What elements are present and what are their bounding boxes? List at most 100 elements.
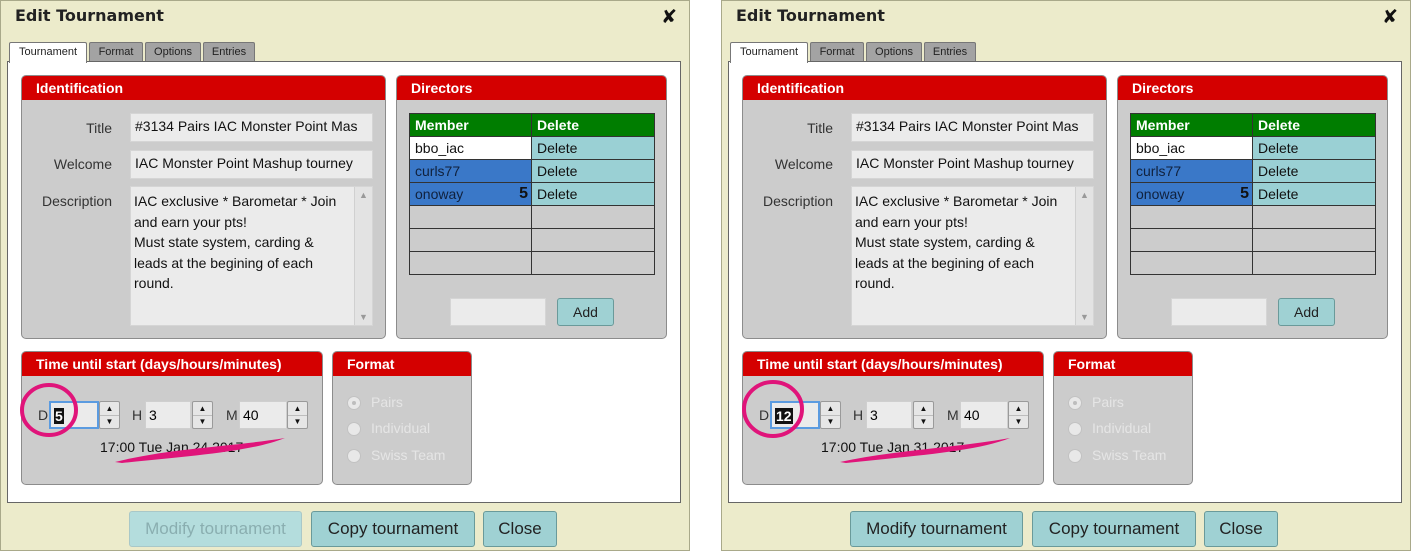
column-header-delete: Delete bbox=[1252, 113, 1376, 137]
decrement-icon[interactable]: ▼ bbox=[821, 415, 840, 428]
radio-swiss-team[interactable] bbox=[347, 449, 361, 463]
radio-swiss-team-label: Swiss Team bbox=[371, 447, 446, 463]
minutes-input[interactable]: 40 bbox=[960, 401, 1008, 429]
tab-options[interactable]: Options bbox=[866, 42, 922, 61]
increment-icon[interactable]: ▲ bbox=[288, 402, 307, 416]
description-textarea[interactable]: IAC exclusive * Barometar * Join and ear… bbox=[851, 186, 1094, 326]
close-icon[interactable]: ✘ bbox=[1382, 6, 1398, 28]
empty-cell bbox=[531, 251, 655, 275]
tab-format[interactable]: Format bbox=[810, 42, 864, 61]
add-director-input[interactable] bbox=[450, 298, 546, 326]
column-header-member: Member bbox=[1130, 113, 1253, 137]
tab-format[interactable]: Format bbox=[89, 42, 143, 61]
days-label: D bbox=[759, 407, 770, 423]
add-director-input[interactable] bbox=[1171, 298, 1267, 326]
scroll-down-icon[interactable]: ▼ bbox=[1076, 309, 1093, 325]
title-input[interactable]: #3134 Pairs IAC Monster Point Mas bbox=[130, 113, 373, 142]
copy-tournament-button[interactable]: Copy tournament bbox=[1032, 511, 1196, 547]
director-member-name: onoway bbox=[1136, 186, 1185, 202]
description-scrollbar[interactable]: ▲ ▼ bbox=[354, 187, 372, 325]
welcome-input[interactable]: IAC Monster Point Mashup tourney bbox=[130, 150, 373, 179]
scroll-up-icon[interactable]: ▲ bbox=[355, 187, 372, 203]
hours-input[interactable]: 3 bbox=[866, 401, 912, 429]
delete-director-button[interactable]: Delete bbox=[531, 136, 655, 160]
increment-icon[interactable]: ▲ bbox=[100, 402, 119, 416]
increment-icon[interactable]: ▲ bbox=[193, 402, 212, 416]
days-stepper[interactable]: ▲ ▼ bbox=[820, 401, 841, 429]
copy-tournament-button[interactable]: Copy tournament bbox=[311, 511, 475, 547]
radio-individual[interactable] bbox=[347, 422, 361, 436]
format-header: Format bbox=[1054, 352, 1192, 376]
tab-entries[interactable]: Entries bbox=[203, 42, 255, 61]
close-icon[interactable]: ✘ bbox=[661, 6, 677, 28]
director-member-cell[interactable]: onoway 5 bbox=[1130, 182, 1253, 206]
delete-director-button[interactable]: Delete bbox=[531, 182, 655, 206]
decrement-icon[interactable]: ▼ bbox=[914, 415, 933, 428]
days-input[interactable]: 12 bbox=[770, 401, 820, 429]
radio-swiss-team[interactable] bbox=[1068, 449, 1082, 463]
tab-tournament[interactable]: Tournament bbox=[730, 42, 808, 63]
hours-label: H bbox=[853, 407, 864, 423]
tournament-tab-panel: Identification Title #3134 Pairs IAC Mon… bbox=[728, 61, 1402, 503]
scroll-up-icon[interactable]: ▲ bbox=[1076, 187, 1093, 203]
increment-icon[interactable]: ▲ bbox=[821, 402, 840, 416]
welcome-label: Welcome bbox=[774, 156, 833, 172]
welcome-input[interactable]: IAC Monster Point Mashup tourney bbox=[851, 150, 1094, 179]
delete-director-button[interactable]: Delete bbox=[531, 159, 655, 183]
radio-pairs-label: Pairs bbox=[371, 394, 403, 410]
modify-tournament-button[interactable]: Modify tournament bbox=[850, 511, 1023, 547]
empty-cell bbox=[409, 228, 532, 252]
add-director-button[interactable]: Add bbox=[557, 298, 614, 326]
delete-director-button[interactable]: Delete bbox=[1252, 182, 1376, 206]
radio-swiss-team-label: Swiss Team bbox=[1092, 447, 1167, 463]
tab-entries[interactable]: Entries bbox=[924, 42, 976, 61]
director-member-cell[interactable]: bbo_iac bbox=[1130, 136, 1253, 160]
tab-tournament[interactable]: Tournament bbox=[9, 42, 87, 63]
radio-pairs[interactable] bbox=[1068, 396, 1082, 410]
director-member-cell[interactable]: bbo_iac bbox=[409, 136, 532, 160]
time-until-start-group: Time until start (days/hours/minutes) D … bbox=[742, 351, 1044, 485]
minutes-label: M bbox=[226, 407, 238, 423]
radio-individual-label: Individual bbox=[371, 420, 431, 436]
empty-cell bbox=[1252, 205, 1376, 229]
decrement-icon[interactable]: ▼ bbox=[288, 415, 307, 428]
close-button[interactable]: Close bbox=[1204, 511, 1278, 547]
radio-pairs[interactable] bbox=[347, 396, 361, 410]
title-label: Title bbox=[807, 120, 833, 136]
director-member-cell[interactable]: onoway 5 bbox=[409, 182, 532, 206]
tab-options[interactable]: Options bbox=[145, 42, 201, 61]
hours-stepper[interactable]: ▲ ▼ bbox=[913, 401, 934, 429]
minutes-stepper[interactable]: ▲ ▼ bbox=[1008, 401, 1029, 429]
add-director-button[interactable]: Add bbox=[1278, 298, 1335, 326]
directors-group: Directors Member Delete bbo_iac Delete c… bbox=[396, 75, 667, 339]
close-button[interactable]: Close bbox=[483, 511, 557, 547]
decrement-icon[interactable]: ▼ bbox=[1009, 415, 1028, 428]
empty-cell bbox=[409, 205, 532, 229]
description-textarea[interactable]: IAC exclusive * Barometar * Join and ear… bbox=[130, 186, 373, 326]
minutes-input[interactable]: 40 bbox=[239, 401, 287, 429]
hours-input[interactable]: 3 bbox=[145, 401, 191, 429]
modify-tournament-button[interactable]: Modify tournament bbox=[129, 511, 302, 547]
delete-director-button[interactable]: Delete bbox=[1252, 159, 1376, 183]
title-input[interactable]: #3134 Pairs IAC Monster Point Mas bbox=[851, 113, 1094, 142]
scroll-down-icon[interactable]: ▼ bbox=[355, 309, 372, 325]
edit-tournament-dialog-left: Edit Tournament ✘ Tournament Format Opti… bbox=[0, 0, 690, 551]
director-member-cell[interactable]: curls77 bbox=[1130, 159, 1253, 183]
hours-stepper[interactable]: ▲ ▼ bbox=[192, 401, 213, 429]
decrement-icon[interactable]: ▼ bbox=[100, 415, 119, 428]
edit-tournament-dialog-right: Edit Tournament ✘ Tournament Format Opti… bbox=[721, 0, 1411, 551]
empty-cell bbox=[531, 228, 655, 252]
director-member-cell[interactable]: curls77 bbox=[409, 159, 532, 183]
days-stepper[interactable]: ▲ ▼ bbox=[99, 401, 120, 429]
increment-icon[interactable]: ▲ bbox=[914, 402, 933, 416]
decrement-icon[interactable]: ▼ bbox=[193, 415, 212, 428]
radio-individual[interactable] bbox=[1068, 422, 1082, 436]
minutes-stepper[interactable]: ▲ ▼ bbox=[287, 401, 308, 429]
increment-icon[interactable]: ▲ bbox=[1009, 402, 1028, 416]
description-scrollbar[interactable]: ▲ ▼ bbox=[1075, 187, 1093, 325]
time-header: Time until start (days/hours/minutes) bbox=[22, 352, 322, 376]
title-label: Title bbox=[86, 120, 112, 136]
dialog-titlebar: Edit Tournament ✘ bbox=[1, 1, 689, 31]
delete-director-button[interactable]: Delete bbox=[1252, 136, 1376, 160]
days-input[interactable]: 5 bbox=[49, 401, 99, 429]
